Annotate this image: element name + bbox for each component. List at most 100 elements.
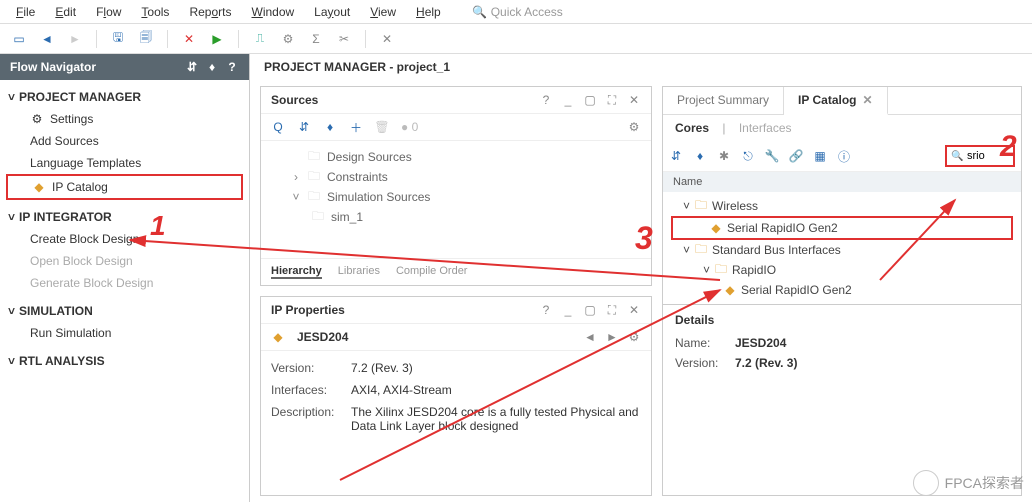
expand-icon[interactable]: ♦ — [205, 60, 219, 74]
sources-toolbar: Q ⇵ ♦ ＋ 🗑 ● 0 ⚙ — [261, 114, 651, 141]
new-button[interactable]: ▭ — [8, 28, 30, 50]
save-all-button[interactable]: 🗐 — [135, 28, 157, 50]
add-icon[interactable]: ＋ — [349, 120, 363, 134]
tab-project-summary[interactable]: Project Summary — [663, 87, 784, 114]
search-icon[interactable]: Q — [271, 120, 285, 134]
sources-title: Sources — [271, 93, 318, 107]
catalog-search-input[interactable] — [967, 150, 1009, 162]
nav-add-sources[interactable]: Add Sources — [0, 130, 249, 152]
section-project-manager[interactable]: ˅PROJECT MANAGER — [0, 86, 249, 108]
trash-icon[interactable]: 🗑 — [375, 120, 389, 134]
window-icon[interactable]: ▢ — [583, 93, 597, 107]
section-rtl[interactable]: ˅RTL ANALYSIS — [0, 350, 249, 372]
nav-language-templates[interactable]: Language Templates — [0, 152, 249, 174]
cat-standard-bus[interactable]: ˅🗀Standard Bus Interfaces — [667, 240, 1017, 260]
menu-window[interactable]: Window — [243, 3, 302, 21]
section-ip-integrator[interactable]: ˅IP INTEGRATOR — [0, 206, 249, 228]
tree-sim1[interactable]: 🗀sim_1 — [271, 207, 641, 227]
help-icon[interactable]: ? — [225, 60, 239, 74]
cat-serial-rapidio-gen2-b[interactable]: ◆Serial RapidIO Gen2 — [667, 280, 1017, 300]
grid-icon[interactable]: ▦ — [813, 149, 827, 163]
cat-wireless[interactable]: ˅🗀Wireless — [667, 196, 1017, 216]
subtab-interfaces[interactable]: Interfaces — [739, 121, 792, 135]
nav-ip-catalog[interactable]: ◆IP Catalog — [6, 174, 243, 200]
sigma-button[interactable]: Σ — [305, 28, 327, 50]
prev-icon[interactable]: ◄ — [583, 330, 597, 344]
menu-edit[interactable]: Edit — [47, 3, 84, 21]
toolbar: ▭ ◄ ► 🖫 🗐 ✕ ▶ ⎍ ⚙ Σ ✂ ✕ — [0, 24, 1032, 54]
help-icon[interactable]: ? — [539, 93, 553, 107]
section-simulation[interactable]: ˅SIMULATION — [0, 300, 249, 322]
tree-design-sources[interactable]: 🗀Design Sources — [271, 147, 641, 167]
info-icon[interactable]: ⓘ — [837, 149, 851, 163]
folder-icon: 🗀 — [307, 190, 321, 204]
menu-view[interactable]: View — [362, 3, 404, 21]
gear-icon[interactable]: ⚙ — [627, 120, 641, 134]
sources-panel: Sources ? _ ▢ ⛶ ✕ Q ⇵ ♦ ＋ — [260, 86, 652, 286]
minimize-icon[interactable]: _ — [561, 303, 575, 317]
folder-icon: 🗀 — [694, 199, 708, 213]
collapse-all-icon[interactable]: ⇵ — [669, 149, 683, 163]
nav-create-block[interactable]: Create Block Design — [0, 228, 249, 250]
cat-serial-rapidio-gen2[interactable]: ◆Serial RapidIO Gen2 — [671, 216, 1013, 240]
next-icon[interactable]: ► — [605, 330, 619, 344]
flow-nav-header: Flow Navigator ⇵ ♦ ? — [0, 54, 249, 80]
synth-button[interactable]: ⎍ — [249, 28, 271, 50]
catalog-name-header: Name — [663, 172, 1021, 192]
run-button[interactable]: ▶ — [206, 28, 228, 50]
quick-access[interactable]: 🔍 Quick Access — [473, 5, 563, 19]
expand-all-icon[interactable]: ♦ — [323, 120, 337, 134]
catalog-subtabs: Cores | Interfaces — [663, 115, 1021, 141]
close-icon[interactable]: ✕ — [863, 93, 873, 107]
nav-open-block: Open Block Design — [0, 250, 249, 272]
forward-button[interactable]: ► — [64, 28, 86, 50]
menu-layout[interactable]: Layout — [306, 3, 358, 21]
quick-access-placeholder: Quick Access — [491, 5, 563, 19]
collapse-all-icon[interactable]: ⇵ — [297, 120, 311, 134]
menu-tools[interactable]: Tools — [133, 3, 177, 21]
subtab-cores[interactable]: Cores — [675, 121, 709, 135]
tab-compile-order[interactable]: Compile Order — [396, 265, 468, 279]
clear-filter-icon[interactable]: ✱ — [717, 149, 731, 163]
window-icon[interactable]: ▢ — [583, 303, 597, 317]
tab-libraries[interactable]: Libraries — [338, 265, 380, 279]
ip-icon: ◆ — [723, 283, 737, 297]
maximize-icon[interactable]: ⛶ — [605, 303, 619, 317]
tab-hierarchy[interactable]: Hierarchy — [271, 265, 322, 279]
tree-simulation-sources[interactable]: ˅🗀Simulation Sources — [271, 187, 641, 207]
nav-run-simulation[interactable]: Run Simulation — [0, 322, 249, 344]
ip-properties-panel: IP Properties ? _ ▢ ⛶ ✕ ◆ JESD204 — [260, 296, 652, 496]
minimize-icon[interactable]: _ — [561, 93, 575, 107]
menu-flow[interactable]: Flow — [88, 3, 129, 21]
expand-all-icon[interactable]: ♦ — [693, 149, 707, 163]
help-icon[interactable]: ? — [539, 303, 553, 317]
close-icon[interactable]: ✕ — [627, 93, 641, 107]
watermark-icon — [913, 470, 939, 496]
close-icon[interactable]: ✕ — [627, 303, 641, 317]
cancel-run-button[interactable]: ✕ — [178, 28, 200, 50]
det-version-label: Version: — [675, 356, 735, 370]
catalog-search[interactable]: 🔍 — [945, 145, 1015, 167]
gear-icon[interactable]: ⚙ — [627, 330, 641, 344]
collapse-icon[interactable]: ⇵ — [185, 60, 199, 74]
back-button[interactable]: ◄ — [36, 28, 58, 50]
menu-help[interactable]: Help — [408, 3, 449, 21]
disconnected-button[interactable]: ✕ — [376, 28, 398, 50]
prop-val-interfaces: AXI4, AXI4-Stream — [351, 383, 641, 397]
wrench-icon[interactable]: 🔧 — [765, 149, 779, 163]
settings-button[interactable]: ⚙ — [277, 28, 299, 50]
menu-reports[interactable]: Reports — [181, 3, 239, 21]
tree-constraints[interactable]: ›🗀Constraints — [271, 167, 641, 187]
watermark-text: FPCA探索者 — [945, 473, 1024, 493]
nav-settings[interactable]: ⚙Settings — [0, 108, 249, 130]
tab-ip-catalog[interactable]: IP Catalog✕ — [784, 87, 888, 115]
cat-rapidio[interactable]: ˅🗀RapidIO — [667, 260, 1017, 280]
branch-icon[interactable]: ⎋ — [741, 149, 755, 163]
maximize-icon[interactable]: ⛶ — [605, 93, 619, 107]
save-button[interactable]: 🖫 — [107, 28, 129, 50]
link-icon[interactable]: 🔗 — [789, 149, 803, 163]
cut-button[interactable]: ✂ — [333, 28, 355, 50]
menu-file[interactable]: File — [8, 3, 43, 21]
menubar: File Edit Flow Tools Reports Window Layo… — [0, 0, 1032, 24]
prop-label-interfaces: Interfaces: — [271, 383, 351, 397]
